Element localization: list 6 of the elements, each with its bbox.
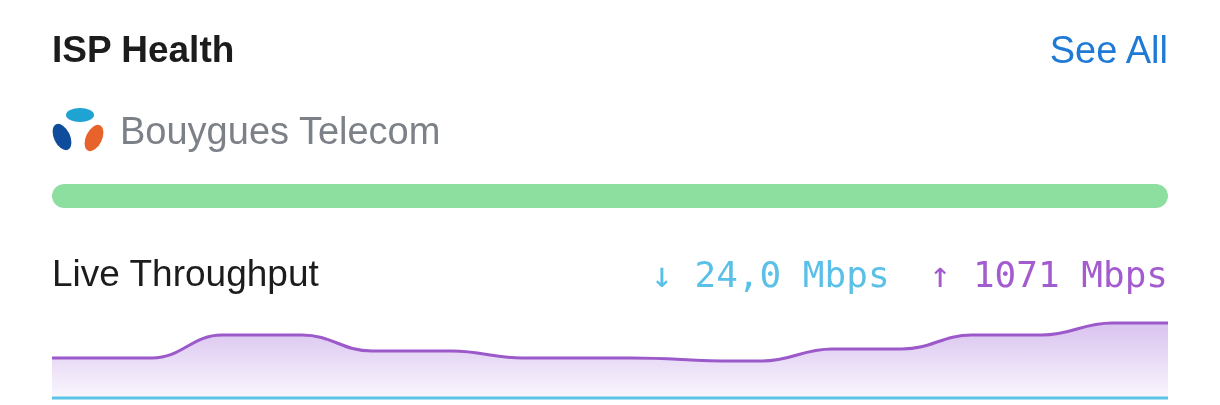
provider-name: Bouygues Telecom xyxy=(120,109,441,153)
see-all-link[interactable]: See All xyxy=(1049,28,1168,72)
section-title: ISP Health xyxy=(52,29,235,71)
throughput-label: Live Throughput xyxy=(52,253,319,295)
download-speed: ↓ 24,0 Mbps xyxy=(651,253,890,295)
upload-speed: ↑ 1071 Mbps xyxy=(929,253,1168,295)
